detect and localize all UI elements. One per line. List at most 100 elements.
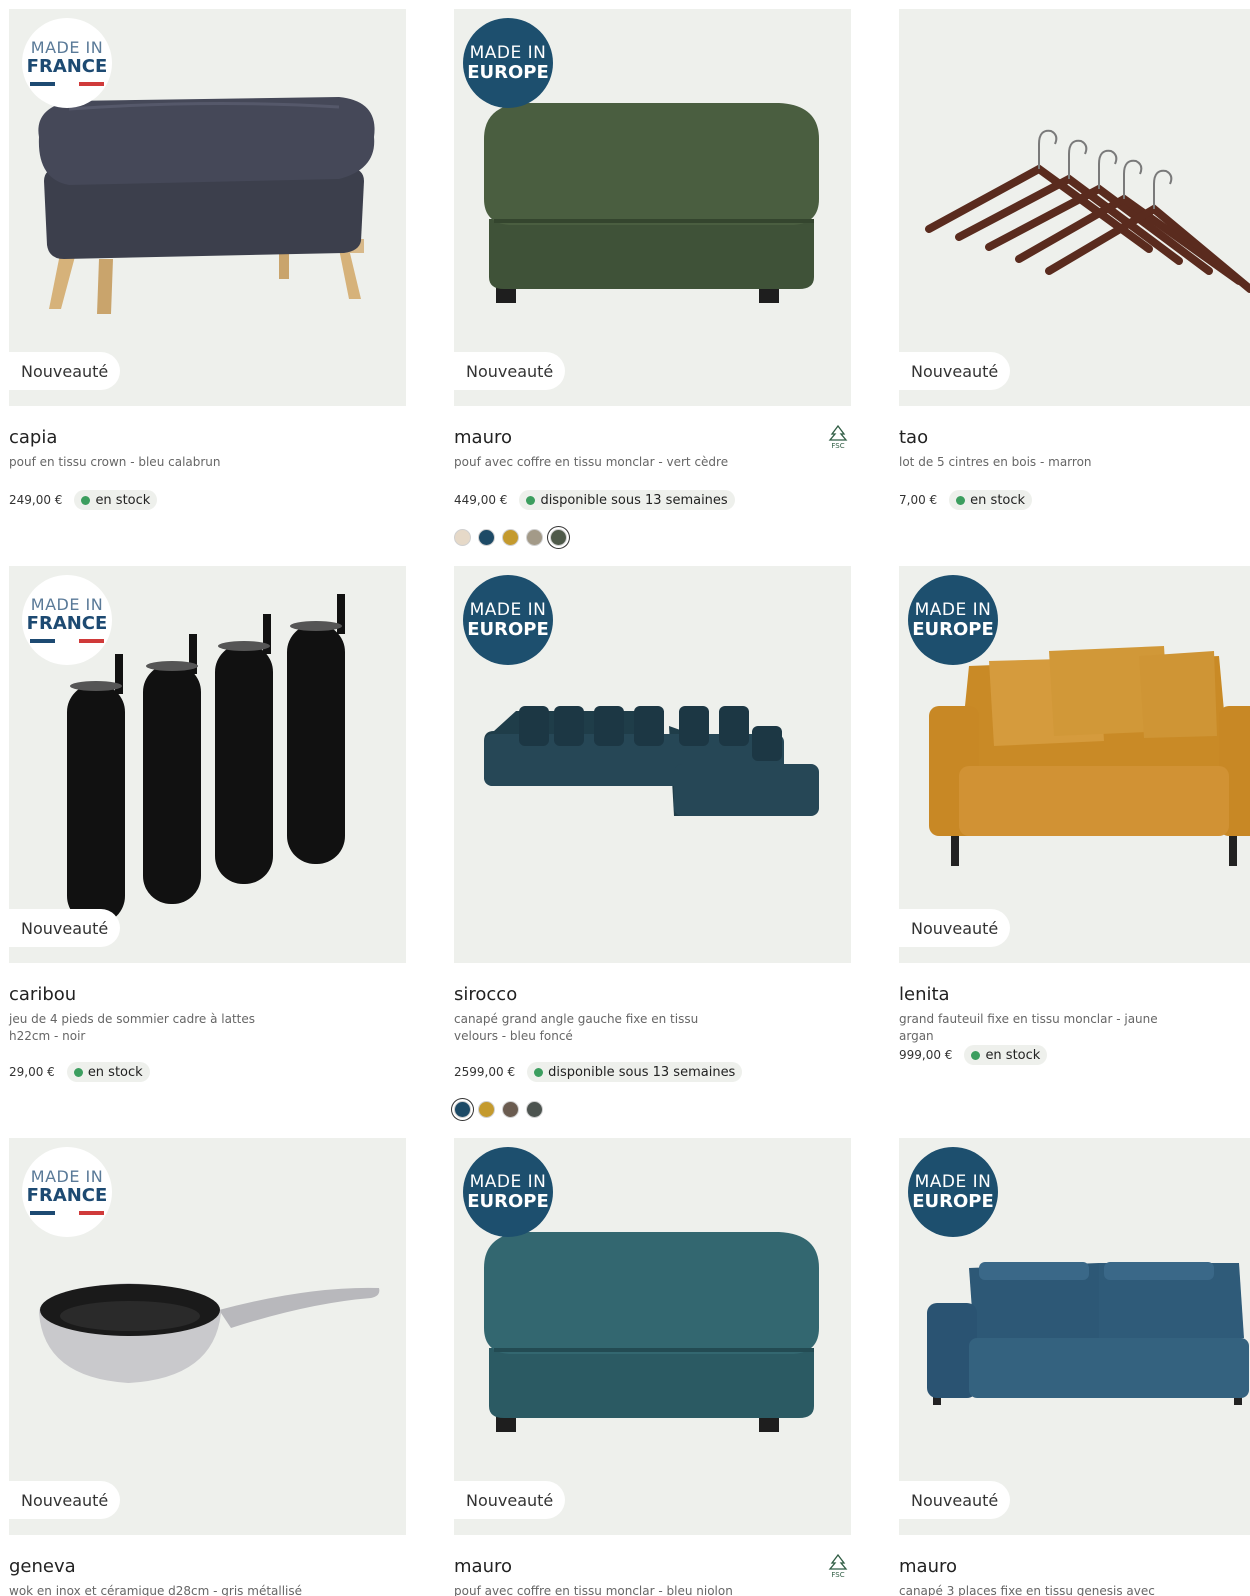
badge-text: MADE IN: [30, 1167, 104, 1186]
product-card[interactable]: Nouveauté tao lot de 5 cintres en bois -…: [899, 9, 1250, 510]
made-in-europe-badge: MADE IN EUROPE: [463, 575, 553, 665]
product-image[interactable]: MADE IN FRANCE Nouveauté: [9, 9, 406, 406]
product-card[interactable]: MADE IN EUROPE Nouveauté FSC mauro pouf …: [454, 1138, 851, 1596]
color-swatch[interactable]: [454, 529, 471, 546]
stock-status: disponible sous 13 semaines: [519, 490, 735, 510]
product-name[interactable]: sirocco: [454, 984, 517, 1005]
stock-dot-icon: [956, 495, 966, 505]
color-swatch[interactable]: [454, 1101, 471, 1118]
product-image[interactable]: MADE IN EUROPE Nouveauté: [899, 566, 1250, 963]
tree-icon: [828, 425, 848, 441]
made-in-france-badge: MADE IN FRANCE: [22, 18, 112, 108]
badge-text: FRANCE: [26, 613, 108, 634]
product-card[interactable]: MADE IN EUROPE Nouveauté lenita grand fa…: [899, 566, 1250, 1065]
product-name[interactable]: mauro: [899, 1556, 957, 1577]
product-description: lot de 5 cintres en bois - marron: [899, 455, 1092, 469]
french-flag-icon: [30, 82, 105, 86]
product-image[interactable]: MADE IN EUROPE Nouveauté: [454, 1138, 851, 1535]
color-swatches: [454, 1101, 543, 1118]
made-in-europe-badge: MADE IN EUROPE: [463, 1147, 553, 1237]
product-name[interactable]: capia: [9, 427, 57, 448]
french-flag-icon: [30, 1211, 105, 1215]
product-name[interactable]: mauro: [454, 427, 512, 448]
product-description: jeu de 4 pieds de sommier cadre à lattes…: [9, 1012, 256, 1043]
product-description: canapé 3 places fixe en tissu genesis av…: [899, 1584, 1155, 1596]
made-in-europe-badge: MADE IN EUROPE: [908, 575, 998, 665]
product-card[interactable]: MADE IN EUROPE Nouveauté FSC mauro pouf …: [454, 9, 851, 546]
stock-status: en stock: [949, 490, 1033, 510]
product-image[interactable]: MADE IN EUROPE Nouveauté: [454, 9, 851, 406]
price-line: 449,00 € disponible sous 13 semaines: [454, 490, 735, 510]
badge-text: MADE IN: [30, 38, 104, 57]
product-description: wok en inox et céramique d28cm - gris mé…: [9, 1584, 303, 1596]
fsc-label: FSC: [831, 1571, 845, 1579]
product-name[interactable]: caribou: [9, 984, 76, 1005]
price-line: 7,00 € en stock: [899, 490, 1033, 510]
stock-label: disponible sous 13 semaines: [540, 492, 728, 508]
new-badge: Nouveauté: [899, 909, 1011, 947]
price-line: 249,00 € en stock: [9, 490, 158, 510]
badge-text: FRANCE: [26, 1185, 108, 1206]
stock-label: en stock: [970, 492, 1026, 508]
stock-dot-icon: [534, 1067, 544, 1077]
product-image[interactable]: Nouveauté: [899, 9, 1250, 406]
product-card[interactable]: MADE IN FRANCE Nouveauté caribou jeu de …: [9, 566, 406, 1082]
hangers-image: [925, 129, 1250, 293]
product-name[interactable]: geneva: [9, 1556, 76, 1577]
fsc-label: FSC: [831, 442, 845, 450]
price-line: 999,00 € en stock: [899, 1045, 1048, 1065]
product-price: 449,00 €: [454, 493, 508, 507]
color-swatch[interactable]: [478, 1101, 495, 1118]
product-image[interactable]: MADE IN FRANCE Nouveauté: [9, 1138, 406, 1535]
french-flag-icon: [30, 639, 105, 643]
product-price: 2599,00 €: [454, 1065, 516, 1079]
color-swatch[interactable]: [502, 1101, 519, 1118]
made-in-france-badge: MADE IN FRANCE: [22, 575, 112, 665]
product-card[interactable]: MADE IN FRANCE Nouveauté capia pouf en t…: [9, 9, 406, 510]
product-image[interactable]: MADE IN EUROPE Nouveauté: [899, 1138, 1250, 1535]
product-description: grand fauteuil fixe en tissu monclar - j…: [899, 1012, 1158, 1043]
price-line: 2599,00 € disponible sous 13 semaines: [454, 1062, 743, 1082]
price-line: 29,00 € en stock: [9, 1062, 150, 1082]
stock-dot-icon: [73, 1067, 83, 1077]
product-card[interactable]: MADE IN EUROPE Nouveauté mauro canapé 3 …: [899, 1138, 1250, 1596]
color-swatch[interactable]: [478, 529, 495, 546]
product-name[interactable]: mauro: [454, 1556, 512, 1577]
color-swatch[interactable]: [550, 529, 567, 546]
new-badge: Nouveauté: [899, 1481, 1011, 1519]
badge-text: MADE IN: [914, 599, 992, 620]
made-in-france-badge: MADE IN FRANCE: [22, 1147, 112, 1237]
color-swatches: [454, 529, 567, 546]
badge-text: EUROPE: [467, 618, 549, 640]
made-in-europe-badge: MADE IN EUROPE: [463, 18, 553, 108]
color-swatch[interactable]: [526, 529, 543, 546]
product-price: 999,00 €: [899, 1048, 953, 1062]
new-badge: Nouveauté: [454, 352, 566, 390]
new-badge: Nouveauté: [9, 352, 121, 390]
product-image[interactable]: MADE IN FRANCE Nouveauté: [9, 566, 406, 963]
stock-dot-icon: [81, 495, 91, 505]
badge-text: FRANCE: [26, 56, 108, 77]
product-description: pouf avec coffre en tissu monclar - bleu…: [454, 1584, 733, 1596]
stock-status: en stock: [74, 490, 158, 510]
product-card[interactable]: MADE IN FRANCE Nouveauté geneva wok en i…: [9, 1138, 406, 1596]
new-badge: Nouveauté: [899, 352, 1011, 390]
badge-text: EUROPE: [467, 1190, 549, 1212]
stock-label: en stock: [985, 1047, 1041, 1063]
stock-status: en stock: [964, 1045, 1048, 1065]
badge-text: MADE IN: [469, 1171, 547, 1192]
badge-text: MADE IN: [914, 1171, 992, 1192]
color-swatch[interactable]: [526, 1101, 543, 1118]
product-image[interactable]: MADE IN EUROPE: [454, 566, 851, 963]
product-description: pouf avec coffre en tissu monclar - vert…: [454, 455, 729, 469]
product-name[interactable]: lenita: [899, 984, 950, 1005]
product-name[interactable]: tao: [899, 427, 928, 448]
color-swatch[interactable]: [502, 529, 519, 546]
stock-label: disponible sous 13 semaines: [548, 1064, 736, 1080]
product-card[interactable]: MADE IN EUROPE sirocco canapé grand angl…: [454, 566, 851, 1118]
new-badge: Nouveauté: [9, 1481, 121, 1519]
stock-dot-icon: [526, 495, 536, 505]
badge-text: EUROPE: [467, 61, 549, 83]
fsc-icon: FSC: [825, 425, 851, 453]
new-badge: Nouveauté: [454, 1481, 566, 1519]
